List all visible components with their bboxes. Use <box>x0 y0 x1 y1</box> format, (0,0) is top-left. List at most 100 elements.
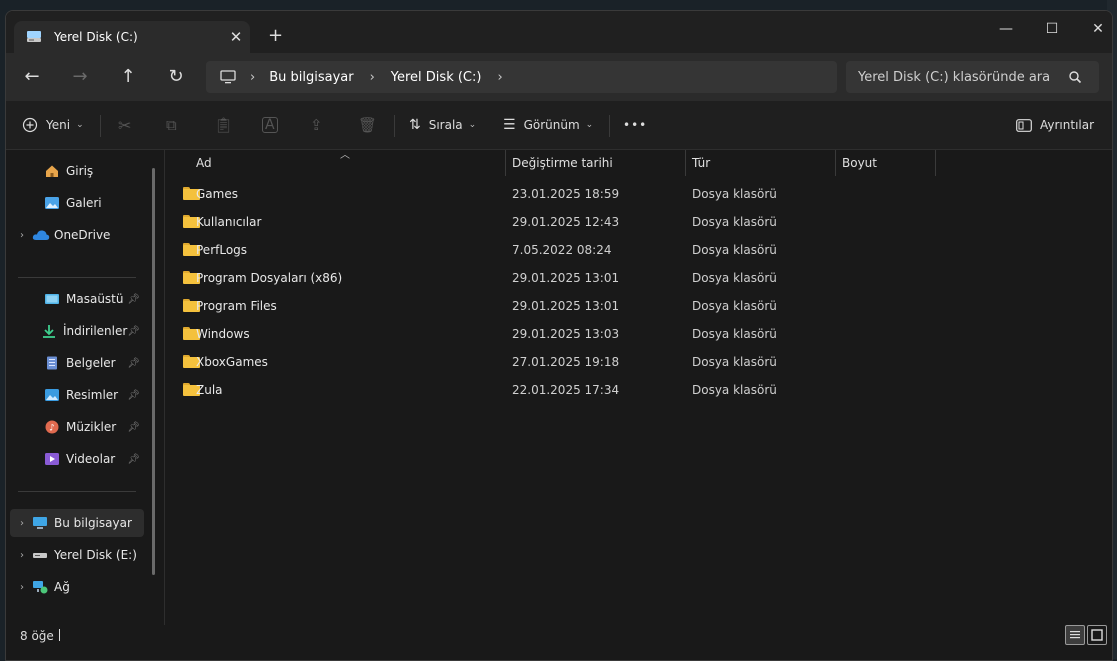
chevron-right-icon[interactable]: › <box>14 230 30 241</box>
more-options-button[interactable]: ••• <box>623 113 647 137</box>
column-divider[interactable] <box>835 150 836 176</box>
sidebar-scrollbar[interactable] <box>152 168 155 575</box>
breadcrumb-yerel-disk-c[interactable]: Yerel Disk (C:) <box>391 70 482 85</box>
document-icon <box>44 356 60 370</box>
table-row[interactable]: Kullanıcılar 29.01.2025 12:43 Dosya klasör… <box>177 208 1101 236</box>
tab-yerel-disk-c[interactable]: Yerel Disk (C:) ✕ <box>14 21 250 53</box>
file-date: 29.01.2025 12:43 <box>512 215 620 229</box>
pictures-icon <box>44 388 60 402</box>
close-tab-icon[interactable]: ✕ <box>222 28 250 46</box>
chevron-right-icon[interactable]: › <box>497 70 502 85</box>
details-label: Ayrıntılar <box>1040 118 1095 132</box>
paste-button[interactable]: 📋︎ <box>214 113 233 137</box>
table-row[interactable]: XboxGames 27.01.2025 19:18 Dosya klasörü <box>177 348 1101 376</box>
forward-button[interactable]: → <box>64 65 96 89</box>
details-view-button[interactable] <box>1065 625 1085 645</box>
sidebar-item-videos[interactable]: Videolar 📌︎ <box>10 445 144 473</box>
rename-icon: A <box>262 117 278 133</box>
sidebar-item-onedrive[interactable]: › OneDrive <box>10 221 144 249</box>
refresh-button[interactable]: ↻ <box>160 65 192 89</box>
table-row[interactable]: Program Dosyaları (x86) 29.01.2025 13:01 D… <box>177 264 1101 292</box>
computer-icon <box>32 516 48 530</box>
file-date: 29.01.2025 13:01 <box>512 299 620 313</box>
chevron-right-icon: › <box>369 69 375 85</box>
file-type: Dosya klasörü <box>692 187 777 201</box>
column-header-type[interactable]: Tür <box>692 150 832 176</box>
file-type: Dosya klasörü <box>692 299 777 313</box>
sidebar-item-home[interactable]: Giriş <box>10 157 144 185</box>
sidebar-item-this-pc[interactable]: › Bu bilgisayar <box>10 509 144 537</box>
sidebar-item-network[interactable]: › Ağ <box>10 573 144 601</box>
column-divider[interactable] <box>935 150 936 176</box>
details-pane-button[interactable]: Ayrıntılar <box>1016 113 1094 137</box>
table-row[interactable]: Windows 29.01.2025 13:03 Dosya klasörü <box>177 320 1101 348</box>
chevron-right-icon[interactable]: › <box>14 550 30 561</box>
new-button[interactable]: Yeni ⌄ <box>22 113 84 137</box>
sidebar-item-drive-e[interactable]: › Yerel Disk (E:) <box>10 541 144 569</box>
minimize-button[interactable]: — <box>983 17 1029 41</box>
copy-button[interactable]: ⧉ <box>166 113 177 137</box>
pin-icon[interactable]: 📌︎ <box>127 390 140 401</box>
pin-icon[interactable]: 📌︎ <box>127 294 140 305</box>
up-button[interactable]: ↑ <box>112 65 144 89</box>
sidebar-item-documents[interactable]: Belgeler 📌︎ <box>10 349 144 377</box>
desktop-icon <box>44 292 60 306</box>
cut-button[interactable]: ✂ <box>118 113 131 137</box>
rename-button[interactable]: A <box>262 113 278 137</box>
sort-button[interactable]: ⇅ Sırala ⌄ <box>409 113 476 137</box>
sidebar-item-gallery[interactable]: Galeri <box>10 189 144 217</box>
chevron-down-icon: ⌄ <box>585 120 594 130</box>
table-row[interactable]: Zula 22.01.2025 17:34 Dosya klasörü <box>177 376 1101 404</box>
file-date: 22.01.2025 17:34 <box>512 383 620 397</box>
table-row[interactable]: Games 23.01.2025 18:59 Dosya klasörü <box>177 180 1101 208</box>
large-icons-view-button[interactable] <box>1087 625 1107 645</box>
sidebar-item-downloads[interactable]: İndirilenler 📌︎ <box>10 317 144 345</box>
clipboard-icon: 📋︎ <box>214 116 234 134</box>
search-icon[interactable] <box>1068 70 1082 84</box>
chevron-right-icon[interactable]: › <box>14 518 30 529</box>
file-name: Games <box>196 187 238 201</box>
file-name: PerfLogs <box>196 243 248 257</box>
breadcrumb-bu-bilgisayar[interactable]: Bu bilgisayar <box>269 70 353 85</box>
address-bar[interactable]: › Bu bilgisayar › Yerel Disk (C:) › <box>206 61 837 93</box>
file-date: 27.01.2025 19:18 <box>512 355 620 369</box>
column-header-size[interactable]: Boyut <box>842 150 932 176</box>
share-button[interactable]: ⇪ <box>310 113 323 137</box>
pin-icon[interactable]: 📌︎ <box>127 422 140 433</box>
more-icon: ••• <box>623 118 648 132</box>
new-tab-button[interactable]: + <box>268 25 283 46</box>
back-button[interactable]: ← <box>16 65 48 89</box>
sidebar-item-desktop[interactable]: Masaüstü 📌︎ <box>10 285 144 313</box>
view-label: Görünüm <box>523 118 580 132</box>
status-bar: 8 öğe <box>6 625 1112 660</box>
column-divider[interactable] <box>505 150 506 176</box>
sidebar-item-pictures[interactable]: Resimler 📌︎ <box>10 381 144 409</box>
search-box[interactable] <box>846 61 1099 93</box>
pin-icon[interactable]: 📌︎ <box>127 358 140 369</box>
file-date: 29.01.2025 13:01 <box>512 271 620 285</box>
column-header-name[interactable]: Ad <box>196 150 501 176</box>
scissors-icon: ✂ <box>118 115 132 135</box>
chevron-right-icon[interactable]: › <box>14 582 30 593</box>
video-icon <box>44 452 60 466</box>
column-divider[interactable] <box>685 150 686 176</box>
copy-icon: ⧉ <box>166 116 177 134</box>
delete-button[interactable]: 🗑︎ <box>358 113 377 137</box>
file-type: Dosya klasörü <box>692 355 777 369</box>
maximize-button[interactable]: ☐ <box>1029 17 1075 41</box>
table-row[interactable]: PerfLogs 7.05.2022 08:24 Dosya klasörü <box>177 236 1101 264</box>
title-bar: Yerel Disk (C:) ✕ + — ☐ ✕ <box>6 11 1112 53</box>
column-header-date[interactable]: Değiştirme tarihi <box>512 150 682 176</box>
view-button[interactable]: ☰ Görünüm ⌄ <box>503 113 593 137</box>
pin-icon[interactable]: 📌︎ <box>127 326 140 337</box>
drive-icon <box>26 30 42 44</box>
sidebar-item-music[interactable]: ♪ Müzikler 📌︎ <box>10 413 144 441</box>
new-label: Yeni <box>46 118 71 132</box>
file-name: Program Dosyaları (x86) <box>196 271 343 285</box>
close-window-button[interactable]: ✕ <box>1075 17 1112 41</box>
search-input[interactable] <box>856 68 1060 86</box>
pin-icon[interactable]: 📌︎ <box>127 454 140 465</box>
file-type: Dosya klasörü <box>692 271 777 285</box>
file-date: 29.01.2025 13:03 <box>512 327 620 341</box>
table-row[interactable]: Program Files 29.01.2025 13:01 Dosya klasö… <box>177 292 1101 320</box>
